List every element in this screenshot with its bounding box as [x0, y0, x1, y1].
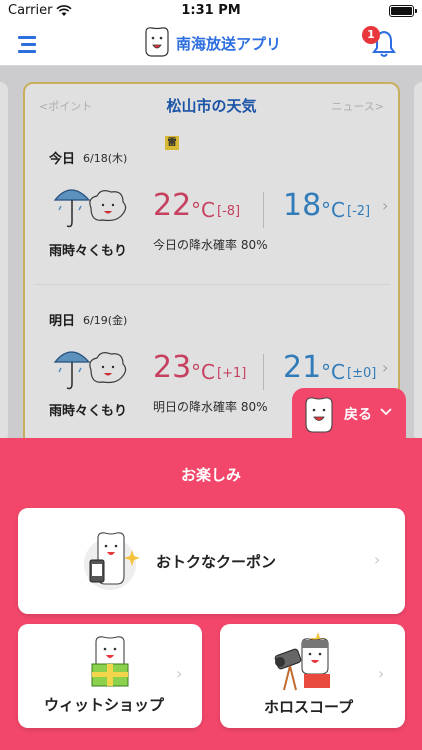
shop-mascot-icon — [91, 636, 129, 687]
chevron-right-icon: › — [374, 550, 381, 569]
clock: 1:31 PM — [181, 3, 241, 18]
coupon-tile[interactable]: おトクなクーポン › — [18, 508, 405, 614]
horoscope-label: ホロスコープ — [264, 698, 354, 716]
chevron-right-icon: › — [176, 664, 183, 683]
battery-icon — [389, 5, 417, 17]
shop-label: ウィットショップ — [44, 696, 165, 714]
sheet-title: お楽しみ — [180, 466, 241, 484]
chevron-down-icon — [380, 408, 392, 416]
status-bar: Carrier 1:31 PM — [0, 0, 422, 22]
back-label: 戻る — [344, 407, 372, 423]
chevron-right-icon: › — [378, 664, 385, 683]
coupon-mascot-icon — [84, 532, 140, 590]
horoscope-tile[interactable]: ホロスコープ › — [220, 624, 405, 728]
logo-mascot-icon — [145, 27, 169, 57]
menu-button[interactable] — [18, 35, 38, 53]
entertainment-sheet: お楽しみ おトクなクーポン › ウィットショップ › ホロスコープ › — [0, 438, 422, 750]
back-tab-button[interactable]: 戻る — [292, 388, 406, 440]
coupon-label: おトクなクーポン — [156, 553, 277, 571]
horoscope-mascot-icon — [274, 632, 330, 691]
shop-tile[interactable]: ウィットショップ › — [18, 624, 202, 728]
app-title: 南海放送アプリ — [176, 35, 282, 53]
navigation-bar: 南海放送アプリ 1 — [0, 22, 422, 66]
app-screen: Carrier 1:31 PM 南海放送アプリ 1 <ポイント 松山市の天気 ニ… — [0, 0, 422, 750]
mascot-icon — [305, 397, 333, 433]
notification-badge: 1 — [362, 26, 380, 44]
dim-overlay[interactable] — [0, 66, 422, 438]
